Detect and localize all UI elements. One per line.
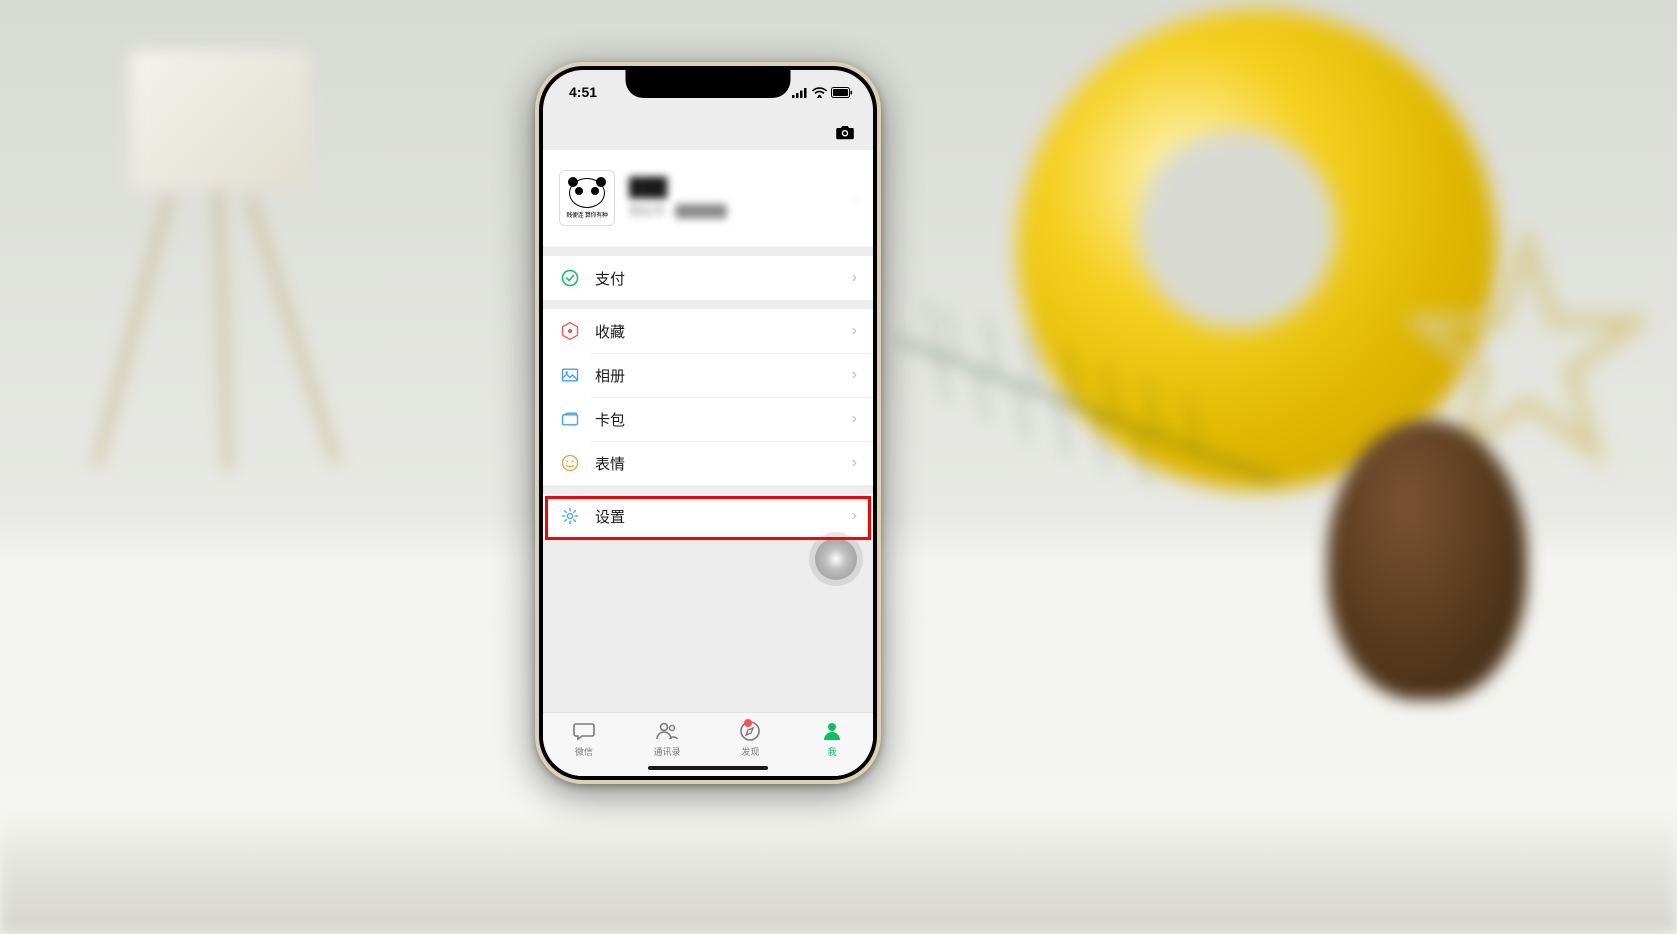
person-icon [820, 719, 844, 743]
menu-group-settings: 设置 › [543, 494, 873, 538]
menu-label: 表情 [595, 453, 852, 474]
camera-icon[interactable] [835, 124, 855, 140]
chevron-right-icon: › [852, 322, 857, 340]
album-icon [559, 364, 581, 386]
phone-screen: 4:51 [543, 70, 873, 776]
menu-item-album[interactable]: 相册 › [543, 353, 873, 397]
chat-bubble-icon [572, 719, 596, 743]
pay-icon [559, 267, 581, 289]
chevron-right-icon: › [852, 410, 857, 428]
background-pine-branch [877, 280, 1297, 540]
tab-label: 我 [828, 745, 837, 758]
settings-icon [559, 505, 581, 527]
tab-wechat[interactable]: 微信 [572, 719, 596, 758]
background-pinecone [1327, 420, 1527, 700]
tab-label: 微信 [575, 745, 593, 758]
menu-label: 收藏 [595, 321, 852, 342]
menu-item-favorites[interactable]: 收藏 › [543, 309, 873, 353]
home-indicator[interactable] [648, 766, 768, 770]
background-tripod-stand [80, 50, 360, 500]
tab-label: 通讯录 [654, 745, 681, 758]
chevron-right-icon: › [852, 269, 857, 287]
menu-item-pay[interactable]: 支付 › [543, 256, 873, 300]
sticker-icon [559, 452, 581, 474]
cellular-signal-icon [792, 87, 808, 98]
favorites-icon [559, 320, 581, 342]
chevron-right-icon: › [852, 454, 857, 472]
profile-wechat-id: 微信号 · ██████ [629, 202, 838, 219]
tab-contacts[interactable]: 通讯录 [654, 719, 681, 758]
display-notch [626, 70, 791, 98]
menu-label: 卡包 [595, 409, 852, 430]
menu-item-cards[interactable]: 卡包 › [543, 397, 873, 441]
cards-icon [559, 408, 581, 430]
assistive-touch-button[interactable] [815, 538, 857, 580]
menu-item-settings[interactable]: 设置 › [543, 494, 873, 538]
contacts-icon [655, 719, 679, 743]
avatar: 贱便连 算你有种 [559, 170, 615, 226]
tab-discover[interactable]: 发现 [738, 719, 762, 758]
header-bar [543, 114, 873, 150]
chevron-right-icon: › [852, 507, 857, 525]
phone-frame: 4:51 [535, 62, 881, 784]
chevron-right-icon: › [852, 190, 857, 206]
menu-item-sticker[interactable]: 表情 › [543, 441, 873, 485]
profile-card[interactable]: 贱便连 算你有种 ███ 微信号 · ██████ › [543, 150, 873, 247]
profile-name: ███ [629, 177, 838, 198]
chevron-right-icon: › [852, 366, 857, 384]
background-table-surface [0, 814, 1677, 934]
battery-icon [831, 87, 853, 98]
menu-label: 设置 [595, 506, 852, 527]
menu-group-pay: 支付 › [543, 256, 873, 300]
bottom-tab-bar: 微信 通讯录 发现 [543, 712, 873, 776]
wifi-icon [812, 87, 827, 98]
tab-me[interactable]: 我 [820, 719, 844, 758]
tab-label: 发现 [741, 745, 759, 758]
menu-label: 支付 [595, 268, 852, 289]
status-time: 4:51 [569, 84, 597, 100]
menu-label: 相册 [595, 365, 852, 386]
menu-group-collections: 收藏 › 相册 › 卡包 › [543, 309, 873, 485]
